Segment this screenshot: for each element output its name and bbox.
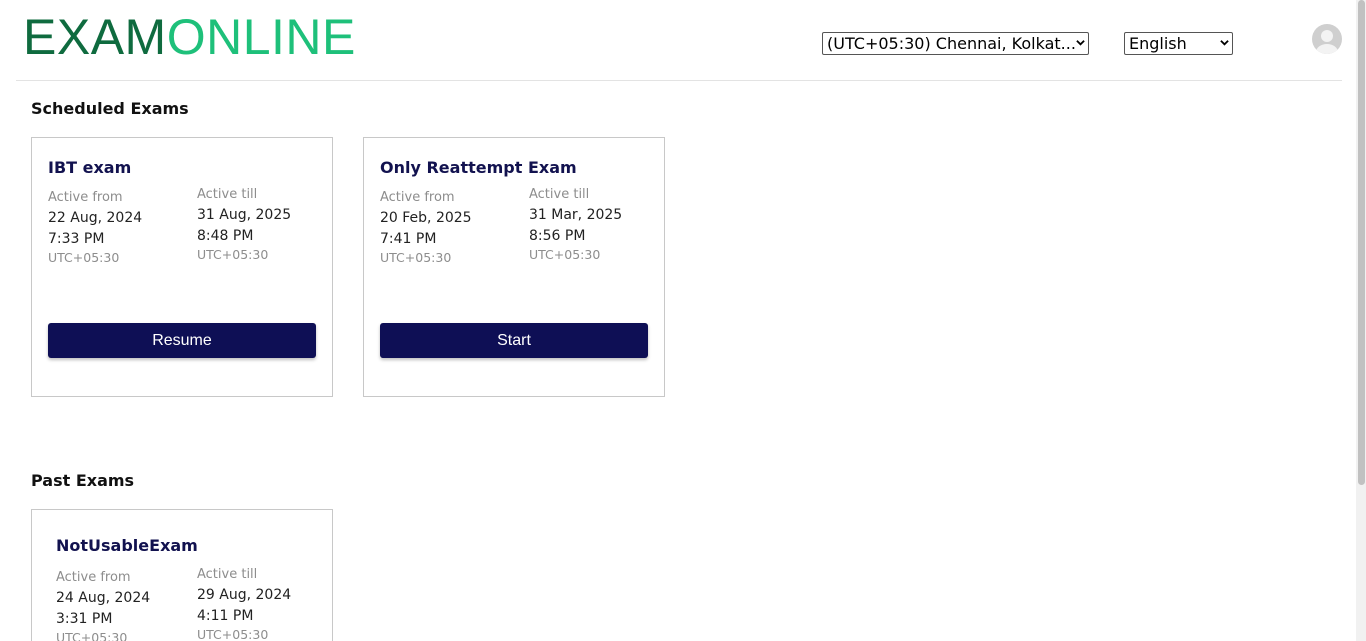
active-till-time: 8:48 PM — [197, 228, 254, 244]
active-from-timezone: UTC+05:30 — [56, 630, 128, 641]
exam-card-title: IBT exam — [48, 158, 132, 177]
past-exams-title: Past Exams — [31, 471, 135, 490]
active-till-date: 31 Aug, 2025 — [197, 207, 292, 223]
exam-card-title: NotUsableExam — [56, 536, 198, 555]
active-till-date: 29 Aug, 2024 — [197, 587, 292, 603]
active-from-label: Active from — [56, 570, 131, 585]
active-from-label: Active from — [380, 190, 455, 205]
exam-card-notusable: NotUsableExam Active from 24 Aug, 2024 3… — [31, 509, 333, 641]
user-avatar-icon[interactable] — [1312, 24, 1342, 54]
timezone-select-value: (UTC+05:30) Chennai, Kolkat... — [827, 34, 1076, 53]
active-from-label: Active from — [48, 190, 123, 205]
avatar-head — [1321, 30, 1333, 42]
resume-button[interactable]: Resume — [48, 323, 316, 358]
timezone-select[interactable]: (UTC+05:30) Chennai, Kolkat... — [822, 32, 1089, 55]
active-till-label: Active till — [529, 187, 590, 202]
active-till-date: 31 Mar, 2025 — [529, 207, 623, 223]
active-from-date: 22 Aug, 2024 — [48, 210, 143, 226]
exam-card-only-reattempt: Only Reattempt Exam Active from 20 Feb, … — [363, 137, 665, 397]
header: EXAMONLINE (UTC+05:30) Chennai, Kolkat..… — [16, 0, 1342, 81]
active-till-label: Active till — [197, 187, 258, 202]
chevron-down-icon — [1220, 40, 1229, 46]
page-scrollbar[interactable] — [1356, 0, 1366, 641]
exam-card-title: Only Reattempt Exam — [380, 158, 577, 177]
logo: EXAMONLINE — [23, 9, 356, 65]
active-till-timezone: UTC+05:30 — [529, 247, 601, 262]
active-till-column: Active till 29 Aug, 2024 4:11 PM UTC+05:… — [197, 567, 337, 641]
language-select-value: English — [1129, 34, 1187, 53]
active-till-column: Active till 31 Aug, 2025 8:48 PM UTC+05:… — [197, 187, 337, 262]
active-from-date: 24 Aug, 2024 — [56, 590, 151, 606]
active-from-timezone: UTC+05:30 — [380, 250, 452, 265]
logo-exam: EXAM — [23, 9, 167, 65]
scrollbar-thumb[interactable] — [1358, 0, 1365, 485]
active-from-timezone: UTC+05:30 — [48, 250, 120, 265]
scheduled-exams-title: Scheduled Exams — [31, 99, 189, 118]
active-from-column: Active from 22 Aug, 2024 7:33 PM UTC+05:… — [48, 190, 188, 265]
active-till-label: Active till — [197, 567, 258, 582]
active-from-date: 20 Feb, 2025 — [380, 210, 472, 226]
active-from-time: 3:31 PM — [56, 611, 113, 627]
avatar-body — [1316, 44, 1338, 54]
active-from-column: Active from 20 Feb, 2025 7:41 PM UTC+05:… — [380, 190, 520, 265]
active-till-timezone: UTC+05:30 — [197, 627, 269, 641]
start-button[interactable]: Start — [380, 323, 648, 358]
logo-online: ONLINE — [166, 9, 356, 65]
active-till-timezone: UTC+05:30 — [197, 247, 269, 262]
active-from-time: 7:41 PM — [380, 231, 437, 247]
active-till-column: Active till 31 Mar, 2025 8:56 PM UTC+05:… — [529, 187, 669, 262]
exam-card-ibt: IBT exam Active from 22 Aug, 2024 7:33 P… — [31, 137, 333, 397]
active-till-time: 8:56 PM — [529, 228, 586, 244]
chevron-down-icon — [1076, 40, 1085, 46]
active-from-time: 7:33 PM — [48, 231, 105, 247]
active-from-column: Active from 24 Aug, 2024 3:31 PM UTC+05:… — [56, 570, 196, 641]
language-select[interactable]: English — [1124, 32, 1233, 55]
active-till-time: 4:11 PM — [197, 608, 254, 624]
